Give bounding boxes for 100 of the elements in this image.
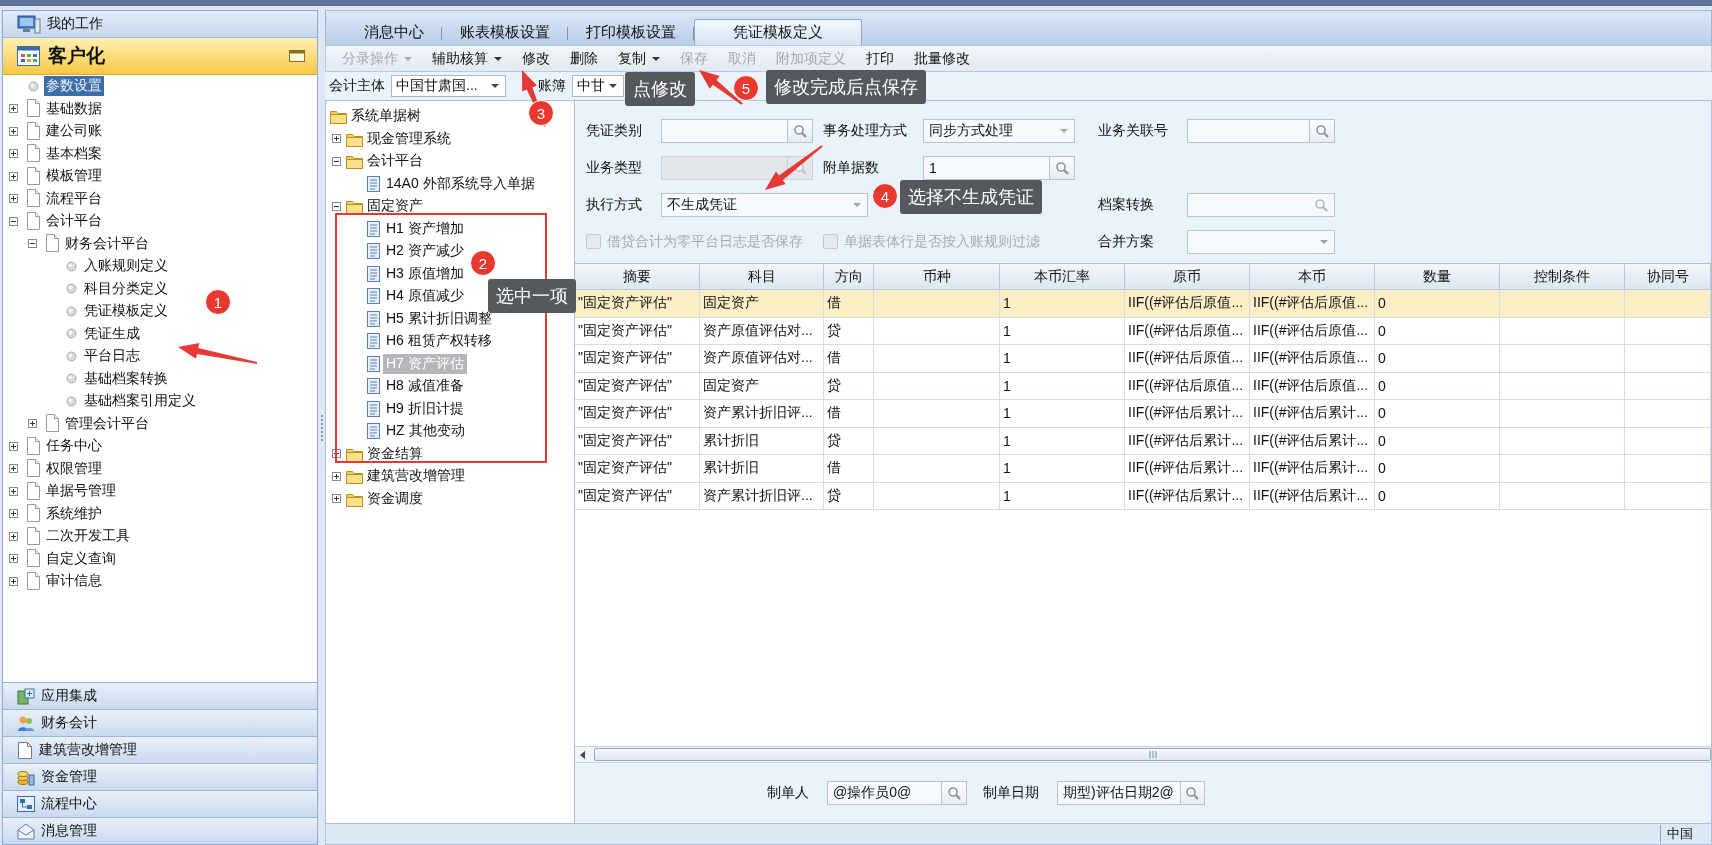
tree-item[interactable]: 系统单据树 [348, 106, 424, 127]
tree-item[interactable]: 建筑营改增管理 [364, 466, 468, 487]
expand-icon[interactable] [9, 194, 18, 204]
tab[interactable]: 消息中心 [346, 20, 442, 45]
expand-icon[interactable] [9, 531, 18, 541]
tree-item[interactable]: H8 减值准备 [383, 376, 467, 397]
dropdown-field[interactable]: 不生成凭证 [661, 192, 868, 217]
tree-item[interactable]: 基础档案引用定义 [82, 391, 198, 412]
toolbar-button[interactable]: 辅助核算 [422, 49, 512, 68]
expand-icon[interactable] [9, 171, 18, 181]
expand-icon[interactable] [9, 441, 18, 451]
tree-item[interactable]: 二次开发工具 [44, 526, 132, 547]
tree-item[interactable]: H6 租赁产权转移 [383, 331, 495, 352]
input-field[interactable] [1187, 192, 1335, 217]
column-header[interactable]: 摘要 [575, 264, 700, 290]
toolbar-button[interactable]: 复制 [608, 49, 670, 68]
accordion-item[interactable]: 消息管理 [3, 817, 317, 844]
panel-header[interactable]: 我的工作 [3, 11, 317, 38]
collapse-icon[interactable] [331, 201, 341, 211]
tree-item[interactable]: 任务中心 [44, 436, 104, 457]
tree-item[interactable]: 基础档案转换 [82, 368, 170, 389]
column-header[interactable]: 数量 [1375, 264, 1500, 290]
collapse-icon[interactable] [9, 216, 18, 226]
tree-item[interactable]: 权限管理 [44, 458, 104, 479]
toolbar-button[interactable]: 批量修改 [904, 49, 980, 68]
expand-icon[interactable] [9, 149, 18, 159]
column-header[interactable]: 币种 [874, 264, 1000, 290]
tree-item[interactable]: 资金结算 [364, 443, 426, 464]
expand-icon[interactable] [331, 471, 341, 481]
tab[interactable]: 账表模板设置 [442, 20, 568, 45]
expand-icon[interactable] [9, 104, 18, 114]
column-header[interactable]: 方向 [824, 264, 874, 290]
column-header[interactable]: 原币 [1125, 264, 1250, 290]
tree-item[interactable]: 凭证模板定义 [82, 301, 170, 322]
tree-item[interactable]: H2 资产减少 [383, 241, 467, 262]
column-header[interactable]: 科目 [700, 264, 824, 290]
collapse-icon[interactable] [28, 239, 37, 249]
horizontal-scrollbar[interactable] [575, 746, 1711, 762]
tree-item[interactable]: 凭证生成 [82, 323, 142, 344]
tree-item[interactable]: 资金调度 [364, 488, 426, 509]
tree-item[interactable]: 自定义查询 [44, 548, 118, 569]
entity-dropdown[interactable]: 中国甘肃国... [391, 75, 506, 97]
expand-icon[interactable] [331, 494, 341, 504]
dropdown-field[interactable]: 同步方式处理 [923, 118, 1075, 143]
tree-item[interactable]: 流程平台 [44, 188, 104, 209]
tree-item[interactable]: 会计平台 [364, 151, 426, 172]
tree-item[interactable]: H4 原值减少 [383, 286, 467, 307]
accordion-item[interactable]: 应用集成 [3, 682, 317, 709]
tree-item[interactable]: 平台日志 [82, 346, 142, 367]
column-header[interactable]: 协同号 [1625, 264, 1711, 290]
tree-item[interactable]: 现金管理系统 [364, 128, 454, 149]
expand-icon[interactable] [9, 464, 18, 474]
expand-icon[interactable] [331, 449, 341, 459]
collapse-icon[interactable] [331, 156, 341, 166]
minimize-icon[interactable] [289, 50, 305, 62]
table-cell: 0 [1375, 427, 1500, 455]
column-header[interactable]: 本币 [1250, 264, 1375, 290]
toolbar-button[interactable]: 打印 [856, 49, 904, 68]
column-header[interactable]: 本币汇率 [1000, 264, 1125, 290]
input-field[interactable] [1187, 118, 1335, 143]
expand-icon[interactable] [9, 509, 18, 519]
tree-item[interactable]: 基础数据 [44, 98, 104, 119]
section-header[interactable]: 客户化 [3, 38, 317, 75]
column-header[interactable]: 控制条件 [1500, 264, 1625, 290]
expand-icon[interactable] [9, 126, 18, 136]
accordion-item[interactable]: 资金管理 [3, 763, 317, 790]
tree-item[interactable]: 审计信息 [44, 571, 104, 592]
tab[interactable]: 凭证模板定义 [694, 19, 862, 45]
expand-icon[interactable] [9, 554, 18, 564]
accordion-item[interactable]: 流程中心 [3, 790, 317, 817]
tab[interactable]: 打印模板设置 [568, 20, 694, 45]
tree-item[interactable]: H1 资产增加 [383, 218, 467, 239]
toolbar-button[interactable]: 修改 [512, 49, 560, 68]
tree-item[interactable]: 模板管理 [44, 166, 104, 187]
tree-item[interactable]: 单据号管理 [44, 481, 118, 502]
tree-item[interactable]: H3 原值增加 [383, 263, 467, 284]
tree-item[interactable]: 系统维护 [44, 503, 104, 524]
tree-item[interactable]: 基本档案 [44, 143, 104, 164]
expand-icon[interactable] [9, 486, 18, 496]
tree-item[interactable]: HZ 其他变动 [383, 421, 468, 442]
tree-item[interactable]: H9 折旧计提 [383, 398, 467, 419]
tree-item[interactable]: 会计平台 [44, 211, 104, 232]
tree-item[interactable]: 入账规则定义 [82, 256, 170, 277]
input-field[interactable] [661, 118, 813, 143]
tree-item[interactable]: 科目分类定义 [82, 278, 170, 299]
ledger-dropdown[interactable]: 中甘 [572, 75, 624, 97]
accordion-item[interactable]: 建筑营改增管理 [3, 736, 317, 763]
expand-icon[interactable] [331, 134, 341, 144]
accordion-item[interactable]: 财务会计 [3, 709, 317, 736]
tree-item[interactable]: 管理会计平台 [63, 413, 151, 434]
splitter-handle-icon[interactable] [319, 413, 324, 442]
expand-icon[interactable] [9, 576, 18, 586]
tree-item[interactable]: 参数设置 [44, 76, 104, 97]
tree-item[interactable]: 固定资产 [364, 196, 426, 217]
dropdown-field[interactable] [1187, 229, 1335, 254]
expand-icon[interactable] [28, 419, 37, 429]
tree-item[interactable]: 建公司账 [44, 121, 104, 142]
tree-item[interactable]: 14A0 外部系统导入单据 [383, 173, 538, 194]
tree-item[interactable]: 财务会计平台 [63, 233, 151, 254]
toolbar-button[interactable]: 删除 [560, 49, 608, 68]
